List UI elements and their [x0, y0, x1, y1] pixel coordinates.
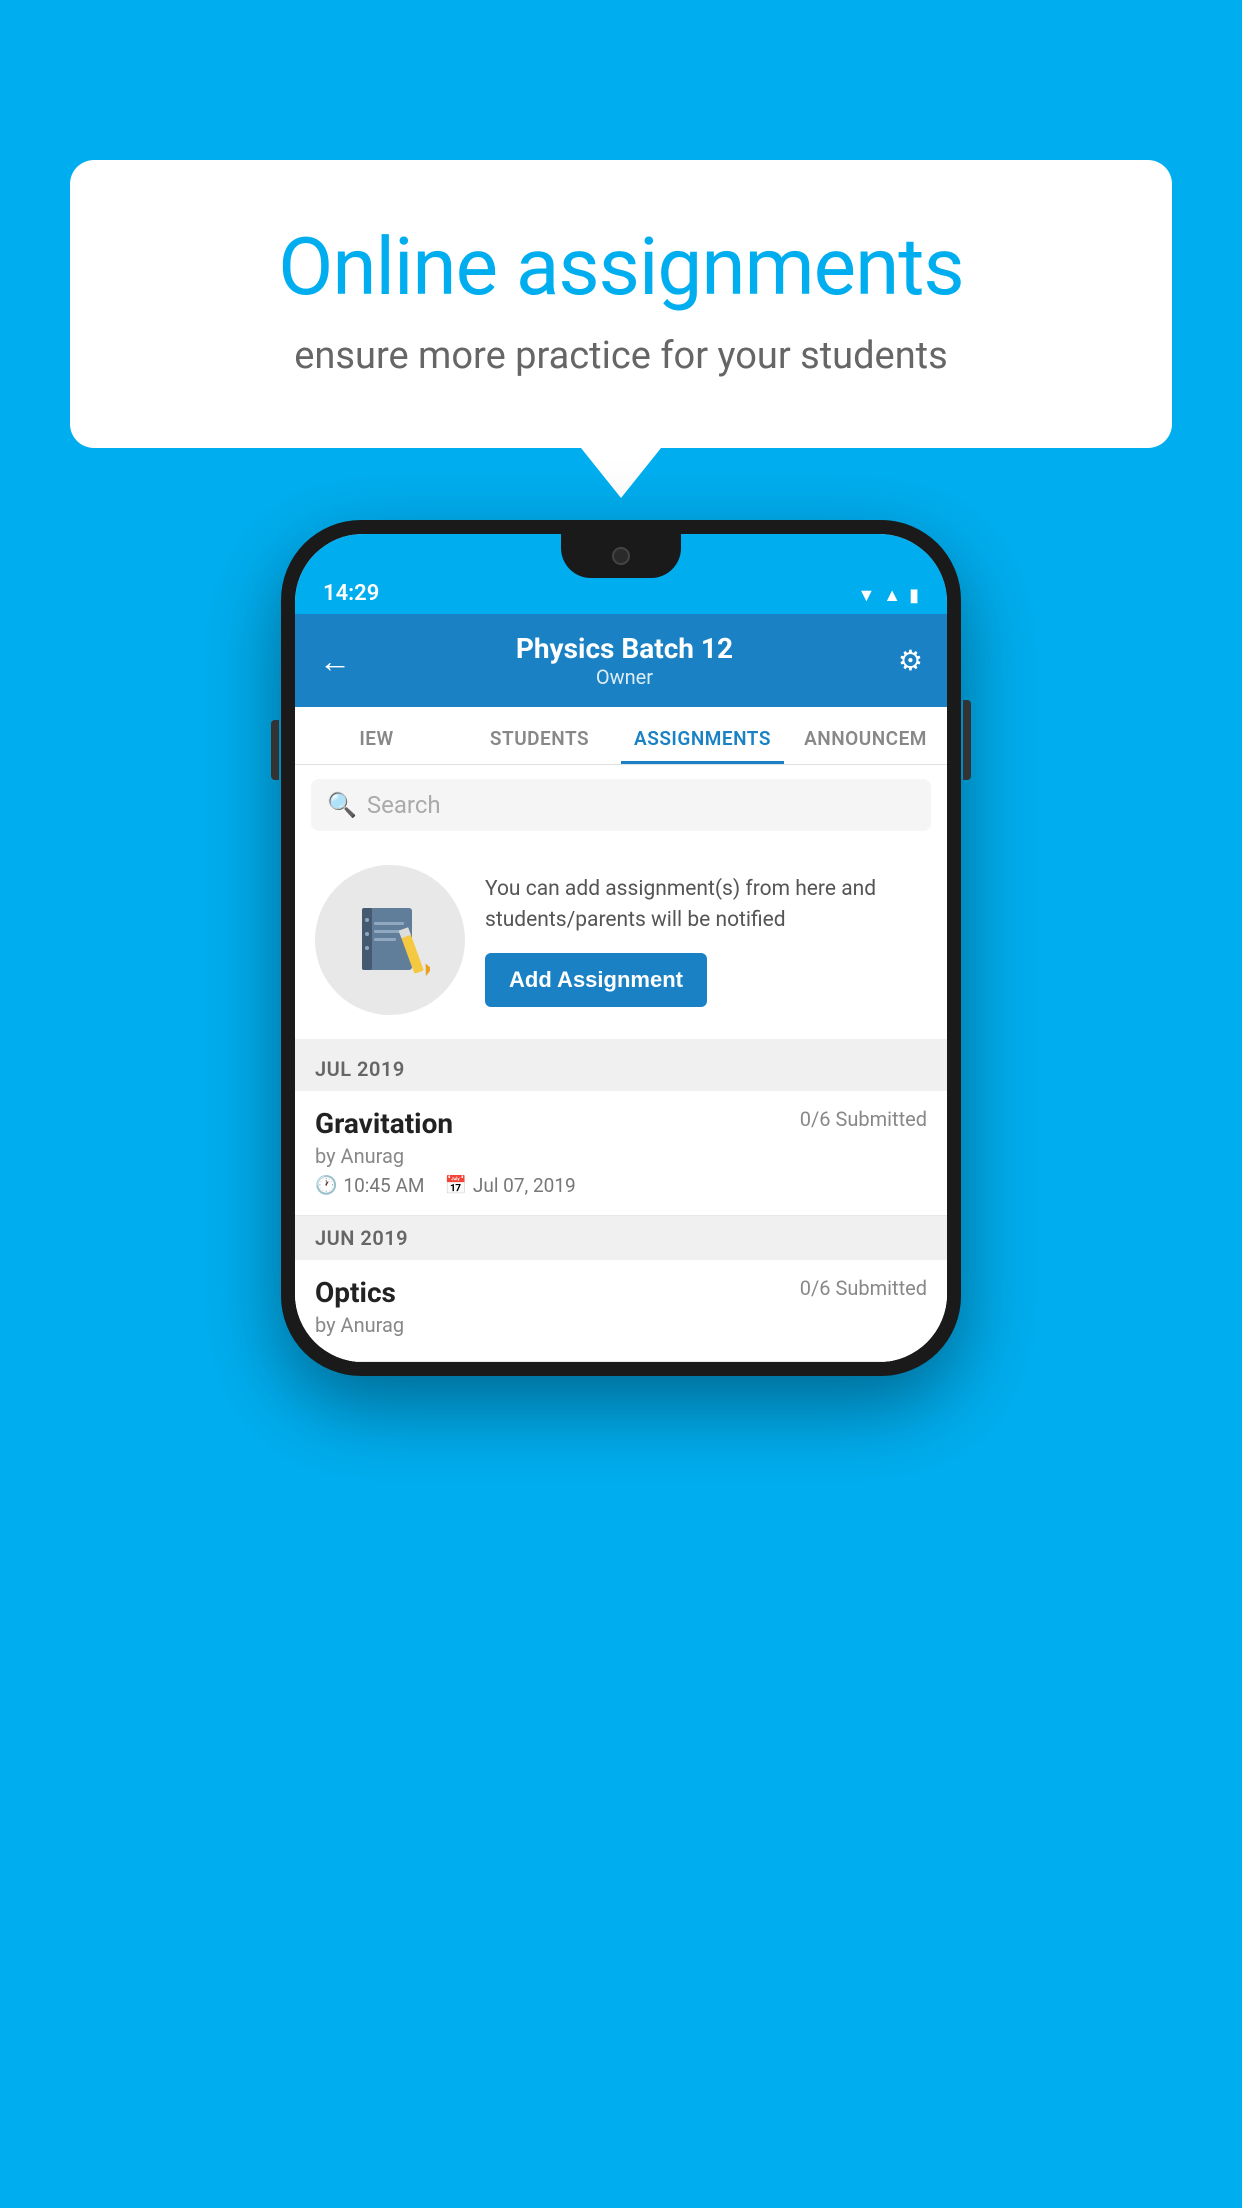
assignment-date: 📅 Jul 07, 2019 — [444, 1174, 575, 1197]
assignment-item-gravitation[interactable]: Gravitation 0/6 Submitted by Anurag 🕐 10… — [295, 1091, 947, 1216]
add-assignment-button[interactable]: Add Assignment — [485, 953, 707, 1007]
speech-bubble-subtitle: ensure more practice for your students — [150, 334, 1092, 378]
assignment-time-value: 10:45 AM — [343, 1174, 424, 1197]
assignment-name: Gravitation — [315, 1107, 453, 1140]
signal-icon: ▲ — [883, 585, 901, 606]
search-bar[interactable]: 🔍 Search — [311, 779, 931, 831]
assignment-item-optics[interactable]: Optics 0/6 Submitted by Anurag — [295, 1260, 947, 1362]
status-bar: 14:29 ▼ ▲ ▮ — [295, 534, 947, 614]
section-header-jul: JUL 2019 — [295, 1047, 947, 1091]
assignment-submitted: 0/6 Submitted — [800, 1107, 927, 1131]
tabs-bar: IEW STUDENTS ASSIGNMENTS ANNOUNCEM — [295, 707, 947, 765]
search-container: 🔍 Search — [295, 765, 947, 845]
assignment-time: 🕐 10:45 AM — [315, 1174, 424, 1197]
speech-bubble-title: Online assignments — [150, 220, 1092, 314]
wifi-icon: ▼ — [857, 585, 875, 606]
battery-icon: ▮ — [909, 585, 919, 606]
notebook-svg-icon — [350, 900, 430, 980]
app-bar-title: Physics Batch 12 — [516, 632, 733, 665]
app-bar-title-group: Physics Batch 12 Owner — [516, 632, 733, 689]
assignment-row1-optics: Optics 0/6 Submitted — [315, 1276, 927, 1309]
promo-icon-circle — [315, 865, 465, 1015]
assignment-author-optics: by Anurag — [315, 1313, 927, 1337]
assignment-date-value: Jul 07, 2019 — [473, 1174, 576, 1197]
calendar-icon: 📅 — [444, 1175, 466, 1196]
assignment-row1: Gravitation 0/6 Submitted — [315, 1107, 927, 1140]
assignment-meta: 🕐 10:45 AM 📅 Jul 07, 2019 — [315, 1174, 927, 1197]
app-bar-subtitle: Owner — [516, 665, 733, 689]
content-area: 🔍 Search — [295, 765, 947, 1362]
tab-assignments[interactable]: ASSIGNMENTS — [621, 707, 784, 764]
phone-outer-frame: 14:29 ▼ ▲ ▮ ← Physics Batch 12 Owner ⚙ — [281, 520, 961, 1376]
promo-box: You can add assignment(s) from here and … — [295, 845, 947, 1047]
section-header-jun: JUN 2019 — [295, 1216, 947, 1260]
tab-students[interactable]: STUDENTS — [458, 707, 621, 764]
clock-icon: 🕐 — [315, 1175, 337, 1196]
assignment-name-optics: Optics — [315, 1276, 396, 1309]
speech-bubble-arrow — [581, 448, 661, 498]
tab-iew[interactable]: IEW — [295, 707, 458, 764]
promo-description: You can add assignment(s) from here and … — [485, 874, 927, 937]
promo-right: You can add assignment(s) from here and … — [485, 874, 927, 1007]
search-placeholder: Search — [367, 791, 441, 819]
app-bar: ← Physics Batch 12 Owner ⚙ — [295, 614, 947, 707]
assignment-submitted-optics: 0/6 Submitted — [800, 1276, 927, 1300]
speech-bubble-section: Online assignments ensure more practice … — [70, 160, 1172, 498]
camera-dot — [612, 547, 630, 565]
back-button[interactable]: ← — [319, 642, 351, 680]
phone-screen: 14:29 ▼ ▲ ▮ ← Physics Batch 12 Owner ⚙ — [295, 534, 947, 1362]
assignment-author: by Anurag — [315, 1144, 927, 1168]
status-time: 14:29 — [323, 581, 379, 606]
speech-bubble: Online assignments ensure more practice … — [70, 160, 1172, 448]
status-icons: ▼ ▲ ▮ — [857, 585, 919, 606]
phone-notch-cutout — [561, 534, 681, 578]
phone-mockup: 14:29 ▼ ▲ ▮ ← Physics Batch 12 Owner ⚙ — [281, 520, 961, 1376]
settings-icon[interactable]: ⚙ — [898, 644, 923, 677]
search-icon: 🔍 — [327, 791, 357, 819]
tab-announcements[interactable]: ANNOUNCEM — [784, 707, 947, 764]
